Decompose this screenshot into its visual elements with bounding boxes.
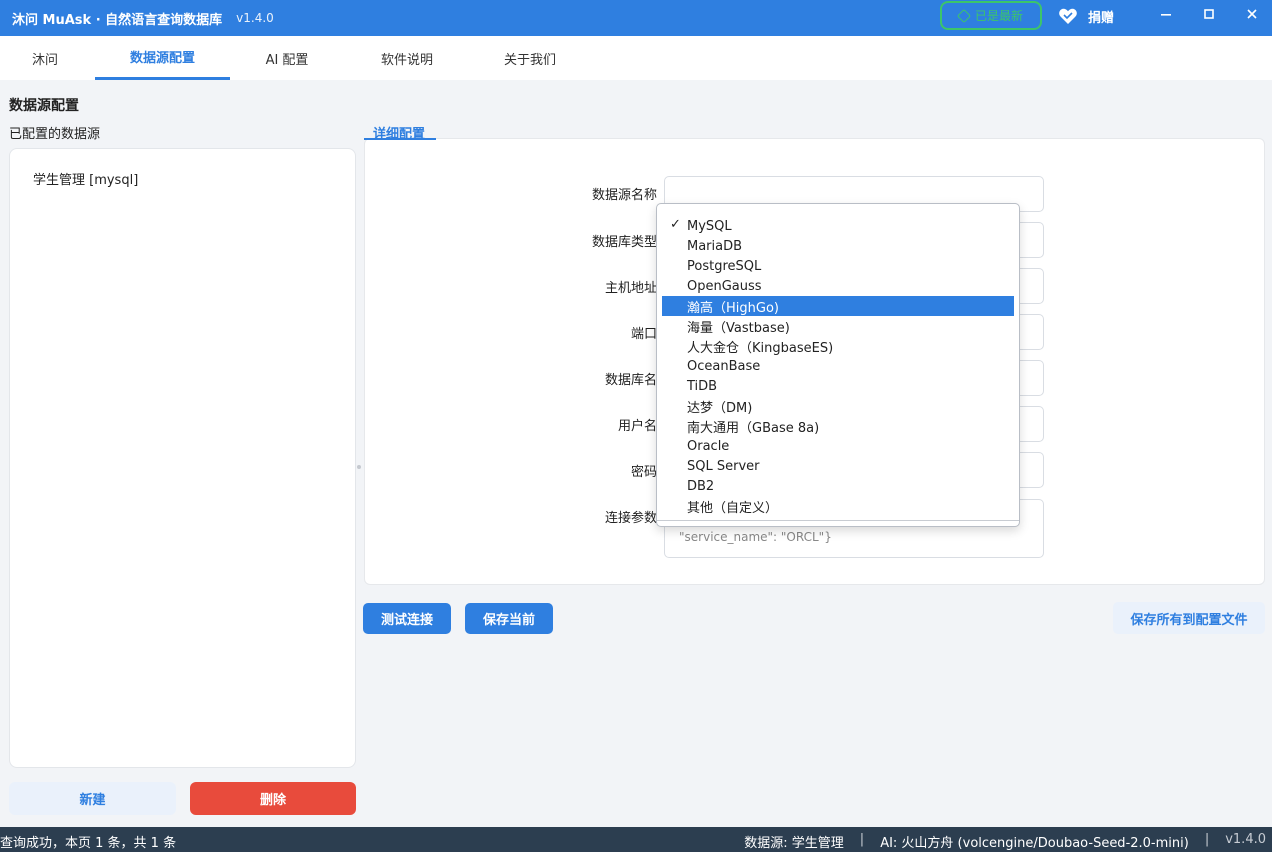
dropdown-divider — [657, 520, 1019, 521]
dropdown-option-custom[interactable]: 其他（自定义） — [662, 496, 1014, 516]
tag-icon — [956, 8, 972, 23]
status-ai-model: AI: 火山方舟 (volcengine/Doubao-Seed-2.0-min… — [880, 836, 1189, 851]
dropdown-option-highgo[interactable]: 瀚高（HighGo) — [662, 296, 1014, 316]
dropdown-option-opengauss[interactable]: OpenGauss — [662, 276, 1014, 296]
save-current-button[interactable]: 保存当前 — [465, 603, 553, 634]
tab-about-us[interactable]: 关于我们 — [474, 36, 586, 80]
status-datasource: 数据源: 学生管理 — [744, 836, 844, 851]
tab-muask[interactable]: 沐问 — [0, 36, 90, 80]
tab-bar: 沐问 数据源配置 AI 配置 软件说明 关于我们 — [0, 36, 1272, 80]
group-title-underline — [364, 138, 436, 140]
dropdown-option-db2[interactable]: DB2 — [662, 476, 1014, 496]
status-message: 查询成功，本页 1 条，共 1 条 — [0, 836, 177, 851]
label-datasource-name: 数据源名称 — [591, 188, 657, 203]
label-port: 端口 — [630, 327, 657, 342]
save-all-button[interactable]: 保存所有到配置文件 — [1113, 602, 1265, 634]
dropdown-option-oracle[interactable]: Oracle — [662, 436, 1014, 456]
label-password: 密码 — [630, 465, 657, 480]
close-button[interactable] — [1238, 4, 1266, 24]
dropdown-option-mysql[interactable]: ✓ MySQL — [662, 216, 1014, 236]
new-button[interactable]: 新建 — [9, 782, 176, 815]
heart-hands-icon — [1059, 8, 1077, 24]
status-separator: | — [859, 832, 865, 847]
section-title: 数据源配置 — [9, 98, 79, 114]
label-host: 主机地址 — [604, 281, 657, 296]
tab-software-info[interactable]: 软件说明 — [352, 36, 462, 80]
tab-ai-config[interactable]: AI 配置 — [232, 36, 342, 80]
list-item[interactable]: 学生管理 [mysql] — [33, 169, 138, 188]
maximize-icon — [1204, 9, 1214, 19]
label-db-type: 数据库类型 — [591, 235, 657, 250]
datasource-list-title: 已配置的数据源 — [9, 127, 101, 142]
minimize-button[interactable] — [1152, 4, 1180, 24]
close-icon — [1247, 9, 1257, 19]
dropdown-option-gbase[interactable]: 南大通用（GBase 8a) — [662, 416, 1014, 436]
donate-label: 捐赠 — [1088, 10, 1115, 26]
dropdown-option-dm[interactable]: 达梦（DM) — [662, 396, 1014, 416]
update-status-badge[interactable]: 已是最新 — [940, 1, 1042, 30]
dropdown-option-oceanbase[interactable]: OceanBase — [662, 356, 1014, 376]
dropdown-option-mariadb[interactable]: MariaDB — [662, 236, 1014, 256]
donate-button[interactable]: 捐赠 — [1058, 4, 1114, 28]
datasource-list[interactable]: 学生管理 [mysql] — [9, 148, 356, 768]
update-status-label: 已是最新 — [974, 9, 1023, 23]
db-type-dropdown[interactable]: ✓ MySQL MariaDB PostgreSQL OpenGauss 瀚高（… — [656, 203, 1020, 527]
tab-datasource-config[interactable]: 数据源配置 — [95, 36, 230, 80]
status-right-group: 数据源: 学生管理 | AI: 火山方舟 (volcengine/Doubao-… — [744, 832, 1266, 851]
dropdown-option-vastbase[interactable]: 海量（Vastbase) — [662, 316, 1014, 336]
dropdown-option-tidb[interactable]: TiDB — [662, 376, 1014, 396]
app-title: 沐问 MuAsk · 自然语言查询数据库 — [12, 12, 223, 28]
splitter-handle[interactable] — [357, 465, 361, 469]
connection-params-placeholder: "service_name": "ORCL"} — [679, 530, 832, 544]
status-separator: | — [1204, 832, 1210, 847]
status-bar: 查询成功，本页 1 条，共 1 条 数据源: 学生管理 | AI: 火山方舟 (… — [0, 827, 1272, 852]
minimize-icon — [1161, 14, 1171, 16]
label-connection-params: 连接参数 — [604, 511, 657, 526]
delete-button[interactable]: 删除 — [190, 782, 356, 815]
dropdown-option-postgresql[interactable]: PostgreSQL — [662, 256, 1014, 276]
label-username: 用户名 — [617, 419, 657, 434]
test-connection-button[interactable]: 测试连接 — [363, 603, 451, 634]
label-db-name: 数据库名 — [604, 373, 657, 388]
status-version: v1.4.0 — [1225, 832, 1266, 847]
title-bar: 沐问 MuAsk · 自然语言查询数据库 v1.4.0 已是最新 捐赠 — [0, 0, 1272, 36]
dropdown-option-sqlserver[interactable]: SQL Server — [662, 456, 1014, 476]
check-icon: ✓ — [670, 217, 681, 232]
maximize-button[interactable] — [1195, 4, 1223, 24]
dropdown-option-kingbase[interactable]: 人大金仓（KingbaseES) — [662, 336, 1014, 356]
app-version: v1.4.0 — [236, 11, 274, 25]
